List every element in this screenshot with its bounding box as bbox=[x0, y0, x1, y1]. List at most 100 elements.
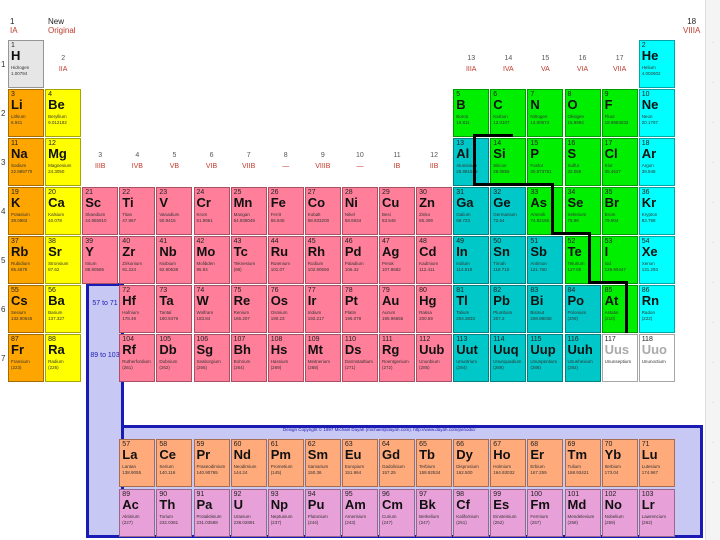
element-cell-s[interactable]: 16 S Sulfur 32.066 bbox=[564, 138, 601, 186]
element-cell-tl[interactable]: 81 Tl Talium 204.3833 bbox=[453, 285, 490, 333]
element-cell-eu[interactable]: 63 Eu Europium 151.964 bbox=[341, 439, 378, 487]
element-cell-b[interactable]: 5 B Boron 10.811 bbox=[453, 89, 490, 137]
element-cell-es[interactable]: 99 Es Einsteinium (252) bbox=[490, 489, 527, 537]
element-cell-ba[interactable]: 56 Ba Barium 137.327 bbox=[45, 285, 82, 333]
element-cell-pd[interactable]: 46 Pd Paladium 106.42 bbox=[341, 236, 378, 284]
element-cell-cr[interactable]: 24 Cr Krom 51.9961 bbox=[193, 187, 230, 235]
element-cell-bk[interactable]: 97 Bk Berkelium (247) bbox=[416, 489, 453, 537]
element-cell-fm[interactable]: 100 Fm Fermium (257) bbox=[527, 489, 564, 537]
element-cell-ru[interactable]: 44 Ru Rutenium 101.07 bbox=[267, 236, 304, 284]
element-cell-ds[interactable]: 110 Ds Darmstadtium (271) bbox=[341, 334, 378, 382]
element-cell-fr[interactable]: 87 Fr Fransium (223) bbox=[8, 334, 45, 382]
element-cell-re[interactable]: 75 Re Renium 186.207 bbox=[230, 285, 267, 333]
element-cell-sn[interactable]: 50 Sn Timah 118.710 bbox=[490, 236, 527, 284]
element-cell-li[interactable]: 3 Li Lithium 6.941 bbox=[8, 89, 45, 137]
element-cell-ta[interactable]: 73 Ta Tantal 180.9479 bbox=[156, 285, 193, 333]
element-cell-h[interactable]: 1 H Hidrogen 1.00794 bbox=[8, 40, 45, 88]
element-cell-cl[interactable]: 17 Cl Klor 35.4527 bbox=[601, 138, 638, 186]
element-cell-ge[interactable]: 32 Ge Germanium 72.64 bbox=[490, 187, 527, 235]
element-cell-np[interactable]: 93 Np Neptunium (237) bbox=[267, 489, 304, 537]
element-cell-uus[interactable]: 117 Uus Ununseptium bbox=[601, 334, 638, 382]
element-cell-cm[interactable]: 96 Cm Curium (247) bbox=[379, 489, 416, 537]
element-cell-sr[interactable]: 38 Sr Stronsium 87.62 bbox=[45, 236, 82, 284]
element-cell-uuq[interactable]: 114 Uuq Ununquadium (289) bbox=[490, 334, 527, 382]
element-cell-tc[interactable]: 43 Tc Teknesium (98) bbox=[230, 236, 267, 284]
element-cell-nb[interactable]: 41 Nb Niobium 92.90638 bbox=[156, 236, 193, 284]
element-cell-ac[interactable]: 89 Ac Aktinium (227) bbox=[119, 489, 156, 537]
element-cell-sg[interactable]: 106 Sg Seaborgium (266) bbox=[193, 334, 230, 382]
element-cell-ir[interactable]: 77 Ir Iridium 192.217 bbox=[304, 285, 341, 333]
element-cell-na[interactable]: 11 Na Sodium 22.989770 bbox=[8, 138, 45, 186]
element-cell-mg[interactable]: 12 Mg Magnesium 24.3050 bbox=[45, 138, 82, 186]
element-cell-th[interactable]: 90 Th Torium 232.0381 bbox=[156, 489, 193, 537]
element-cell-sc[interactable]: 21 Sc Skandium 44.955910 bbox=[82, 187, 119, 235]
element-cell-in[interactable]: 49 In Indium 114.818 bbox=[453, 236, 490, 284]
element-cell-xe[interactable]: 54 Xe Xenon 131.293 bbox=[638, 236, 675, 284]
element-cell-ra[interactable]: 88 Ra Radium (226) bbox=[45, 334, 82, 382]
element-cell-sm[interactable]: 62 Sm Samarium 150.36 bbox=[304, 439, 341, 487]
element-cell-cs[interactable]: 55 Cs Sesium 132.90545 bbox=[8, 285, 45, 333]
element-cell-p[interactable]: 15 P Fosfor 30.973761 bbox=[527, 138, 564, 186]
element-cell-o[interactable]: 8 O Oksigen 15.9994 bbox=[564, 89, 601, 137]
element-cell-la[interactable]: 57 La Lantan 138.9055 bbox=[119, 439, 156, 487]
element-cell-lu[interactable]: 71 Lu Lutesium 174.967 bbox=[638, 439, 675, 487]
element-cell-db[interactable]: 105 Db Dubnium (262) bbox=[156, 334, 193, 382]
element-cell-ne[interactable]: 10 Ne Neon 20.1797 bbox=[638, 89, 675, 137]
element-cell-cd[interactable]: 48 Cd Kadmium 112.411 bbox=[416, 236, 453, 284]
element-cell-uuh[interactable]: 116 Uuh Ununhexium (292) bbox=[564, 334, 601, 382]
element-cell-rg[interactable]: 111 Rg Roentgenium (272) bbox=[379, 334, 416, 382]
element-cell-n[interactable]: 7 N Nitrogen 14.00674 bbox=[527, 89, 564, 137]
element-cell-os[interactable]: 76 Os Osmium 190.23 bbox=[267, 285, 304, 333]
element-cell-pt[interactable]: 78 Pt Platin 195.078 bbox=[341, 285, 378, 333]
element-cell-mo[interactable]: 42 Mo Molibden 95.94 bbox=[193, 236, 230, 284]
element-cell-rn[interactable]: 86 Rn Radon (222) bbox=[638, 285, 675, 333]
element-cell-fe[interactable]: 26 Fe Ferrit 55.845 bbox=[267, 187, 304, 235]
element-cell-f[interactable]: 9 F Fluor 18.9984032 bbox=[601, 89, 638, 137]
element-cell-v[interactable]: 23 V Vanadium 50.9415 bbox=[156, 187, 193, 235]
element-cell-u[interactable]: 92 U Uranium 238.02891 bbox=[230, 489, 267, 537]
element-cell-as[interactable]: 33 As Arsenik 74.92160 bbox=[527, 187, 564, 235]
element-cell-yb[interactable]: 70 Yb Iterbium 173.04 bbox=[601, 439, 638, 487]
element-cell-be[interactable]: 4 Be Beryllium 9.012182 bbox=[45, 89, 82, 137]
element-cell-cf[interactable]: 98 Cf Kalifornium (251) bbox=[453, 489, 490, 537]
element-cell-si[interactable]: 14 Si Silicon 28.0855 bbox=[490, 138, 527, 186]
element-cell-y[interactable]: 39 Y Itrium 88.90585 bbox=[82, 236, 119, 284]
element-cell-co[interactable]: 27 Co Kobalt 58.933200 bbox=[304, 187, 341, 235]
element-cell-hf[interactable]: 72 Hf Hafnium 178.49 bbox=[119, 285, 156, 333]
element-cell-ar[interactable]: 18 Ar Argon 39.948 bbox=[638, 138, 675, 186]
element-cell-dy[interactable]: 66 Dy Disprosium 162.500 bbox=[453, 439, 490, 487]
element-cell-pm[interactable]: 61 Pm Prometium (145) bbox=[267, 439, 304, 487]
element-cell-ho[interactable]: 67 Ho Holmium 164.93032 bbox=[490, 439, 527, 487]
element-cell-kr[interactable]: 36 Kr Krypton 83.798 bbox=[638, 187, 675, 235]
element-cell-se[interactable]: 34 Se Selenium 78.96 bbox=[564, 187, 601, 235]
element-cell-rf[interactable]: 104 Rf Rutherfordium (261) bbox=[119, 334, 156, 382]
element-cell-zn[interactable]: 30 Zn Zinko 65.409 bbox=[416, 187, 453, 235]
element-cell-uuo[interactable]: 118 Uuo Ununoctium bbox=[638, 334, 675, 382]
element-cell-pb[interactable]: 82 Pb Plumbum 207.2 bbox=[490, 285, 527, 333]
element-cell-nd[interactable]: 60 Nd Neodimium 144.24 bbox=[230, 439, 267, 487]
element-cell-ti[interactable]: 22 Ti Titan 47.867 bbox=[119, 187, 156, 235]
element-cell-sb[interactable]: 51 Sb Antimon 121.760 bbox=[527, 236, 564, 284]
element-cell-ni[interactable]: 28 Ni Nikel 58.6934 bbox=[341, 187, 378, 235]
element-cell-hs[interactable]: 108 Hs Hassium (269) bbox=[267, 334, 304, 382]
element-cell-ga[interactable]: 31 Ga Galium 69.723 bbox=[453, 187, 490, 235]
element-cell-c[interactable]: 6 C Karbon 12.0107 bbox=[490, 89, 527, 137]
element-cell-rh[interactable]: 45 Rh Rodium 102.90550 bbox=[304, 236, 341, 284]
element-cell-bh[interactable]: 107 Bh Bohrium (264) bbox=[230, 334, 267, 382]
element-cell-hg[interactable]: 80 Hg Raksa 200.59 bbox=[416, 285, 453, 333]
side-scrollbar[interactable]: · · · · · · · · · · · · bbox=[705, 0, 720, 540]
element-cell-at[interactable]: 85 At Astatin (210) bbox=[601, 285, 638, 333]
element-cell-al[interactable]: 13 Al Aluminium 26.981538 bbox=[453, 138, 490, 186]
element-cell-ag[interactable]: 47 Ag Perak 107.8682 bbox=[379, 236, 416, 284]
element-cell-er[interactable]: 68 Er Erbium 167.259 bbox=[527, 439, 564, 487]
element-cell-br[interactable]: 35 Br Brom 79.904 bbox=[601, 187, 638, 235]
element-cell-ce[interactable]: 58 Ce Serium 140.116 bbox=[156, 439, 193, 487]
element-cell-po[interactable]: 84 Po Polonium (209) bbox=[564, 285, 601, 333]
element-cell-pa[interactable]: 91 Pa Protaktinium 231.03588 bbox=[193, 489, 230, 537]
element-cell-zr[interactable]: 40 Zr Zirkonium 91.224 bbox=[119, 236, 156, 284]
element-cell-lr[interactable]: 103 Lr Lawrencium (262) bbox=[638, 489, 675, 537]
element-cell-uup[interactable]: 115 Uup Ununpentium (288) bbox=[527, 334, 564, 382]
element-cell-w[interactable]: 74 W Wolfram 183.84 bbox=[193, 285, 230, 333]
element-cell-ca[interactable]: 20 Ca Kalsium 40.078 bbox=[45, 187, 82, 235]
element-cell-i[interactable]: 53 I Iod 126.90447 bbox=[601, 236, 638, 284]
